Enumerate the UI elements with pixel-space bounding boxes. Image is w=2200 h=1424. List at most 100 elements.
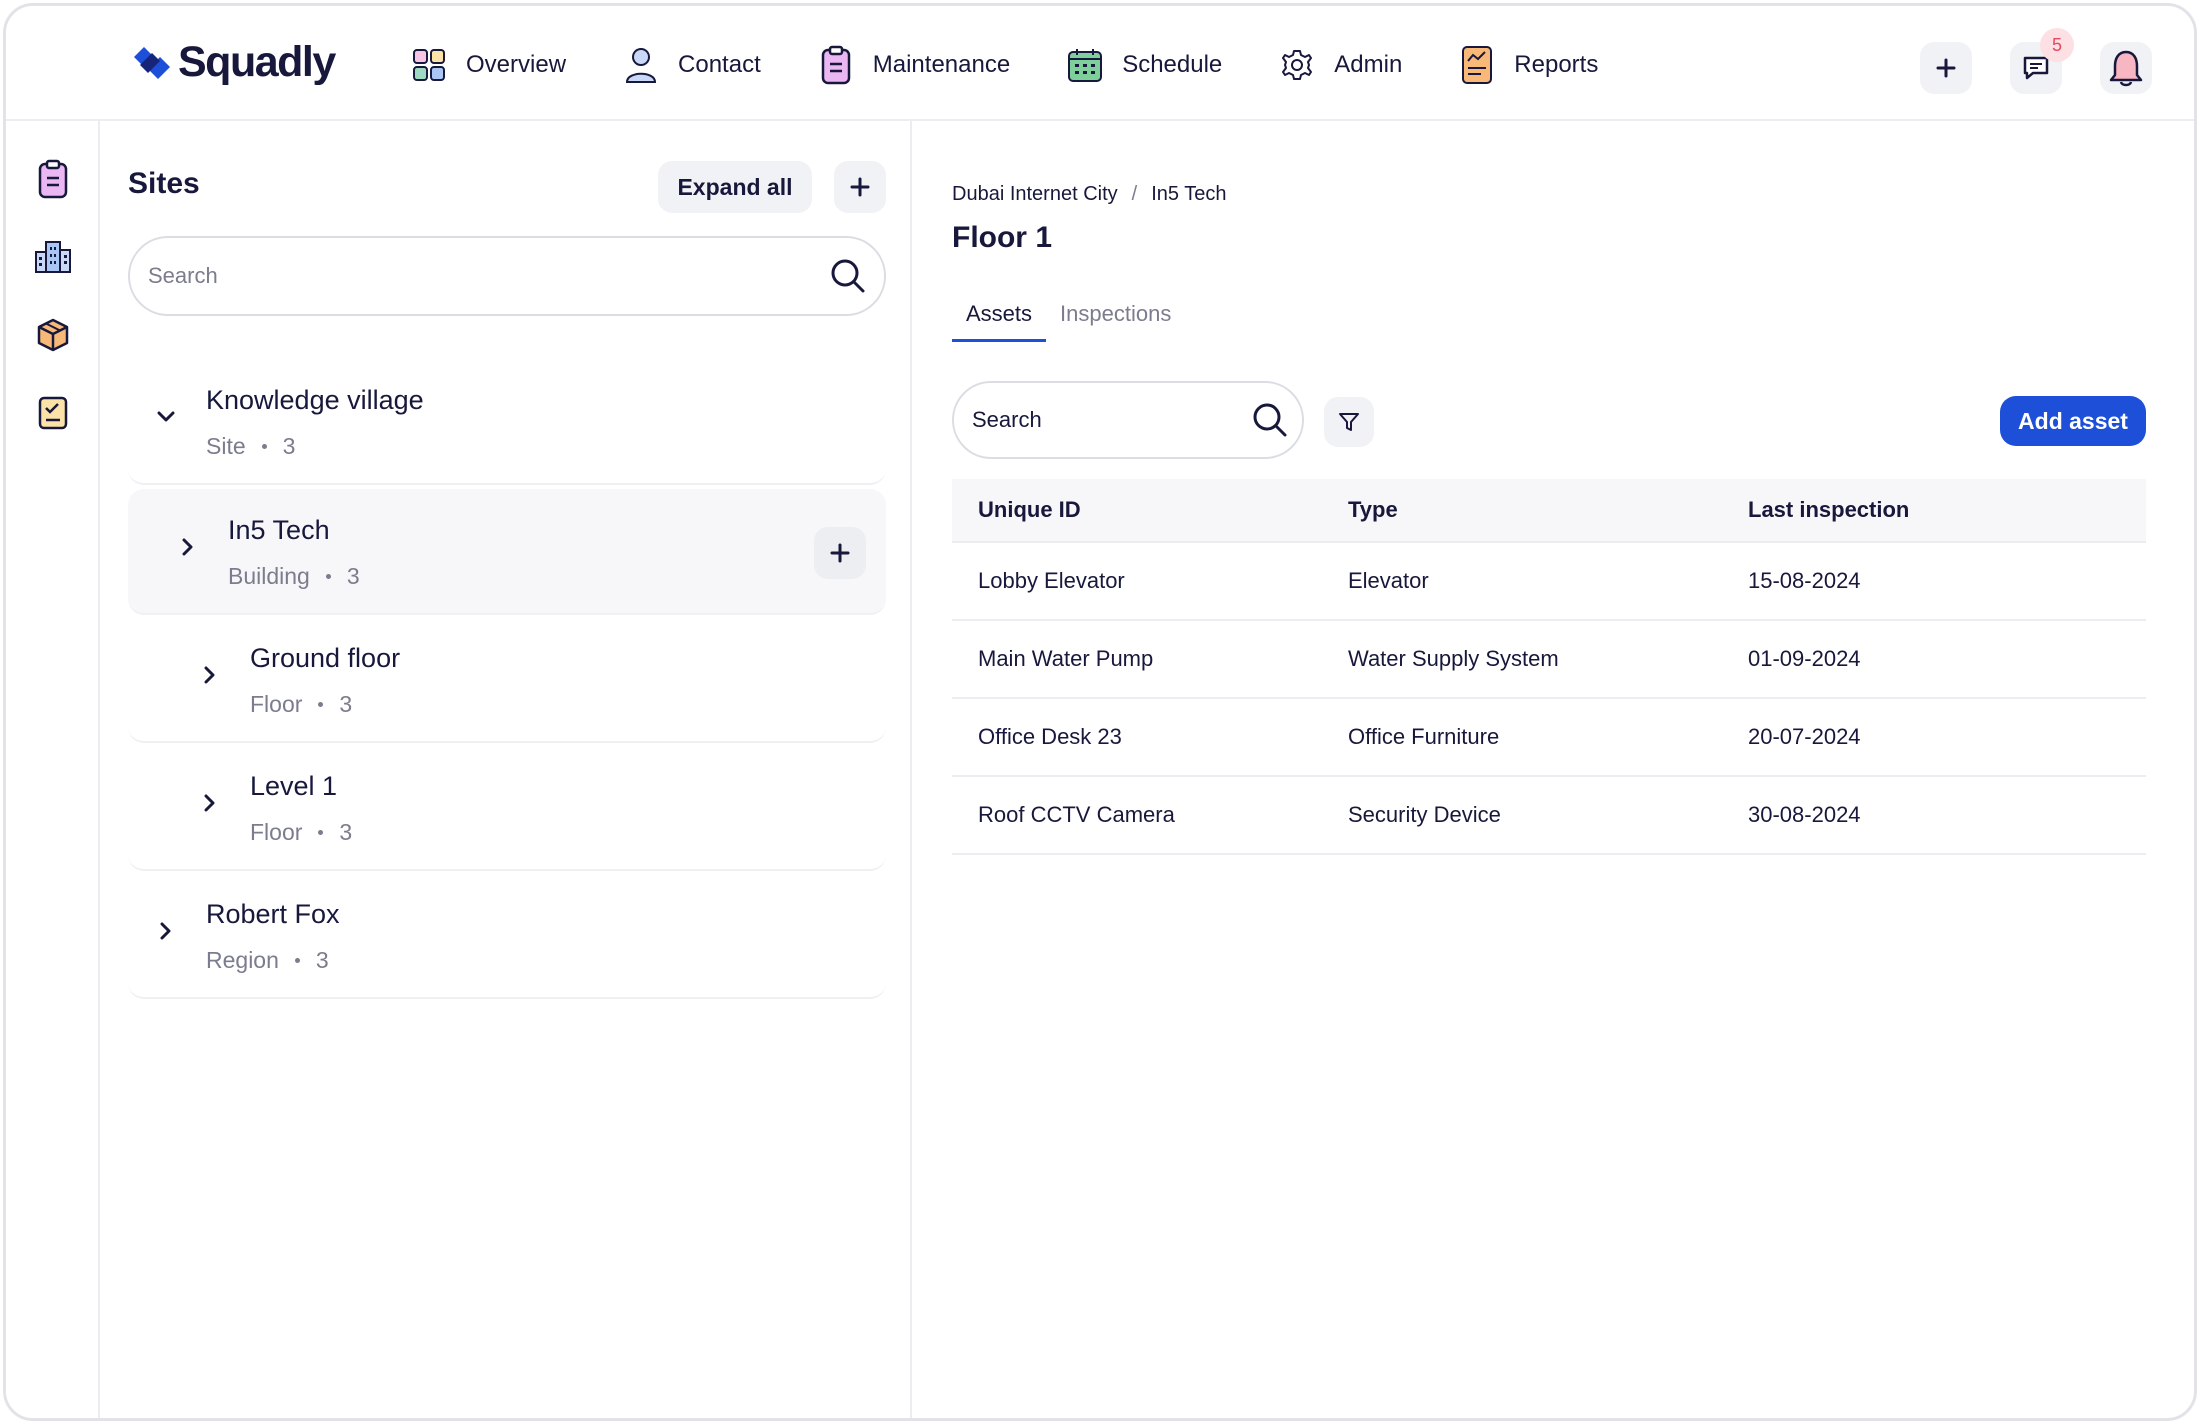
cell-type: Water Supply System <box>1348 646 1559 671</box>
chevron-right-icon[interactable] <box>176 535 200 559</box>
tree-item-count: 3 <box>315 947 329 973</box>
sites-title: Sites <box>128 167 200 200</box>
assets-search <box>952 381 1304 459</box>
tree-item-kind: Site <box>206 433 246 459</box>
main-content: Dubai Internet City / In5 Tech Floor 1 A… <box>912 121 2194 1418</box>
tab-assets[interactable]: Assets <box>952 301 1047 342</box>
tree-item-count: 3 <box>339 691 353 717</box>
admin-gear-icon <box>1278 45 1316 85</box>
chevron-right-icon[interactable] <box>198 663 222 687</box>
column-header-unique-id[interactable]: Unique ID <box>952 497 1348 523</box>
breadcrumb-item[interactable]: In5 Tech <box>1151 183 1226 206</box>
squadly-logo-icon <box>134 46 170 79</box>
search-icon[interactable] <box>830 258 866 294</box>
tree-item-in5-tech[interactable]: In5 Tech Building 3 <box>128 489 886 615</box>
expand-all-button[interactable]: Expand all <box>658 161 812 213</box>
column-header-last-inspection[interactable]: Last inspection <box>1748 497 2146 523</box>
search-icon[interactable] <box>1252 402 1288 438</box>
nav-schedule[interactable]: Schedule <box>1066 42 1222 88</box>
maintenance-icon <box>817 45 855 85</box>
rail-checklists[interactable] <box>33 393 73 433</box>
add-asset-button[interactable]: Add asset <box>2000 396 2146 446</box>
tree-item-meta: Building 3 <box>228 563 360 590</box>
filter-button[interactable] <box>1324 397 1374 447</box>
box-icon <box>37 318 69 352</box>
tree-item-kind: Floor <box>250 819 303 845</box>
table-row[interactable]: Lobby Elevator Elevator 15-08-2024 <box>952 543 2146 621</box>
reports-icon <box>1458 45 1496 85</box>
table-row[interactable]: Roof CCTV Camera Security Device 30-08-2… <box>952 777 2146 855</box>
breadcrumb: Dubai Internet City / In5 Tech <box>952 183 1226 206</box>
tree-item-kind: Building <box>228 563 310 589</box>
separator-dot <box>261 444 267 449</box>
tree-item-count: 3 <box>346 563 360 589</box>
tree-item-meta: Site 3 <box>206 433 295 460</box>
sites-panel: Sites Expand all Knowledge village Site <box>100 121 912 1418</box>
filter-icon <box>1339 413 1359 431</box>
tree-item-knowledge-village[interactable]: Knowledge village Site 3 <box>128 359 886 485</box>
tree-item-name: Robert Fox <box>206 899 340 929</box>
add-site-button[interactable] <box>834 161 886 213</box>
sites-search-input[interactable] <box>148 263 830 289</box>
messages-button[interactable]: 5 <box>2010 28 2074 94</box>
assets-search-input[interactable] <box>972 407 1252 433</box>
bell-icon <box>2109 50 2143 87</box>
nav-schedule-label: Schedule <box>1122 51 1223 78</box>
nav-contact[interactable]: Contact <box>622 42 761 88</box>
brand-logo[interactable]: Squadly <box>130 38 336 87</box>
add-child-button[interactable] <box>814 527 866 579</box>
building-icon <box>35 241 71 273</box>
cell-unique-id: Office Desk 23 <box>978 724 1122 749</box>
tree-item-meta: Floor 3 <box>250 819 352 846</box>
nav-overview[interactable]: Overview <box>410 42 566 88</box>
nav-contact-label: Contact <box>678 51 761 78</box>
tab-inspections[interactable]: Inspections <box>1046 301 1185 342</box>
nav-reports-label: Reports <box>1514 51 1599 78</box>
plus-icon <box>850 177 870 197</box>
column-header-type[interactable]: Type <box>1348 497 1748 523</box>
table-header: Unique ID Type Last inspection <box>952 479 2146 543</box>
sites-search <box>128 236 886 316</box>
chevron-right-icon[interactable] <box>198 791 222 815</box>
tree-item-level-1[interactable]: Level 1 Floor 3 <box>128 745 886 871</box>
schedule-icon <box>1066 45 1104 85</box>
assets-table: Unique ID Type Last inspection Lobby Ele… <box>952 479 2146 855</box>
messages-badge: 5 <box>2040 28 2074 62</box>
rail-buildings[interactable] <box>33 237 73 277</box>
tree-item-kind: Floor <box>250 691 303 717</box>
top-navigation: Squadly Overview Contact Maintenance Sch… <box>6 6 2194 121</box>
chevron-down-icon[interactable] <box>154 405 178 429</box>
table-row[interactable]: Main Water Pump Water Supply System 01-0… <box>952 621 2146 699</box>
tree-item-robert-fox[interactable]: Robert Fox Region 3 <box>128 873 886 999</box>
tree-item-ground-floor[interactable]: Ground floor Floor 3 <box>128 617 886 743</box>
cell-unique-id: Roof CCTV Camera <box>978 802 1175 827</box>
plus-icon <box>830 543 850 563</box>
page-title: Floor 1 <box>952 221 1053 254</box>
tree-item-count: 3 <box>282 433 296 459</box>
breadcrumb-item[interactable]: Dubai Internet City <box>952 183 1118 206</box>
cell-last-inspection: 15-08-2024 <box>1748 568 1861 593</box>
checklist-icon <box>38 396 68 430</box>
tree-item-kind: Region <box>206 947 279 973</box>
cell-last-inspection: 20-07-2024 <box>1748 724 1861 749</box>
rail-clipboard[interactable] <box>33 159 73 199</box>
cell-last-inspection: 01-09-2024 <box>1748 646 1861 671</box>
chat-icon <box>2023 56 2049 80</box>
nav-admin[interactable]: Admin <box>1278 42 1402 88</box>
separator-dot <box>294 958 300 963</box>
main-nav: Overview Contact Maintenance Schedule Ad… <box>410 42 1654 88</box>
tree-item-name: In5 Tech <box>228 515 330 545</box>
tree-item-meta: Region 3 <box>206 947 329 974</box>
create-button[interactable] <box>1920 42 1972 94</box>
table-row[interactable]: Office Desk 23 Office Furniture 20-07-20… <box>952 699 2146 777</box>
notifications-button[interactable] <box>2100 42 2152 94</box>
nav-maintenance[interactable]: Maintenance <box>817 42 1010 88</box>
contact-icon <box>622 45 660 85</box>
chevron-right-icon[interactable] <box>154 919 178 943</box>
plus-icon <box>1936 58 1956 78</box>
cell-unique-id: Lobby Elevator <box>978 568 1125 593</box>
left-rail <box>6 121 100 1418</box>
rail-assets[interactable] <box>33 315 73 355</box>
separator-dot <box>318 830 324 835</box>
nav-reports[interactable]: Reports <box>1458 42 1598 88</box>
